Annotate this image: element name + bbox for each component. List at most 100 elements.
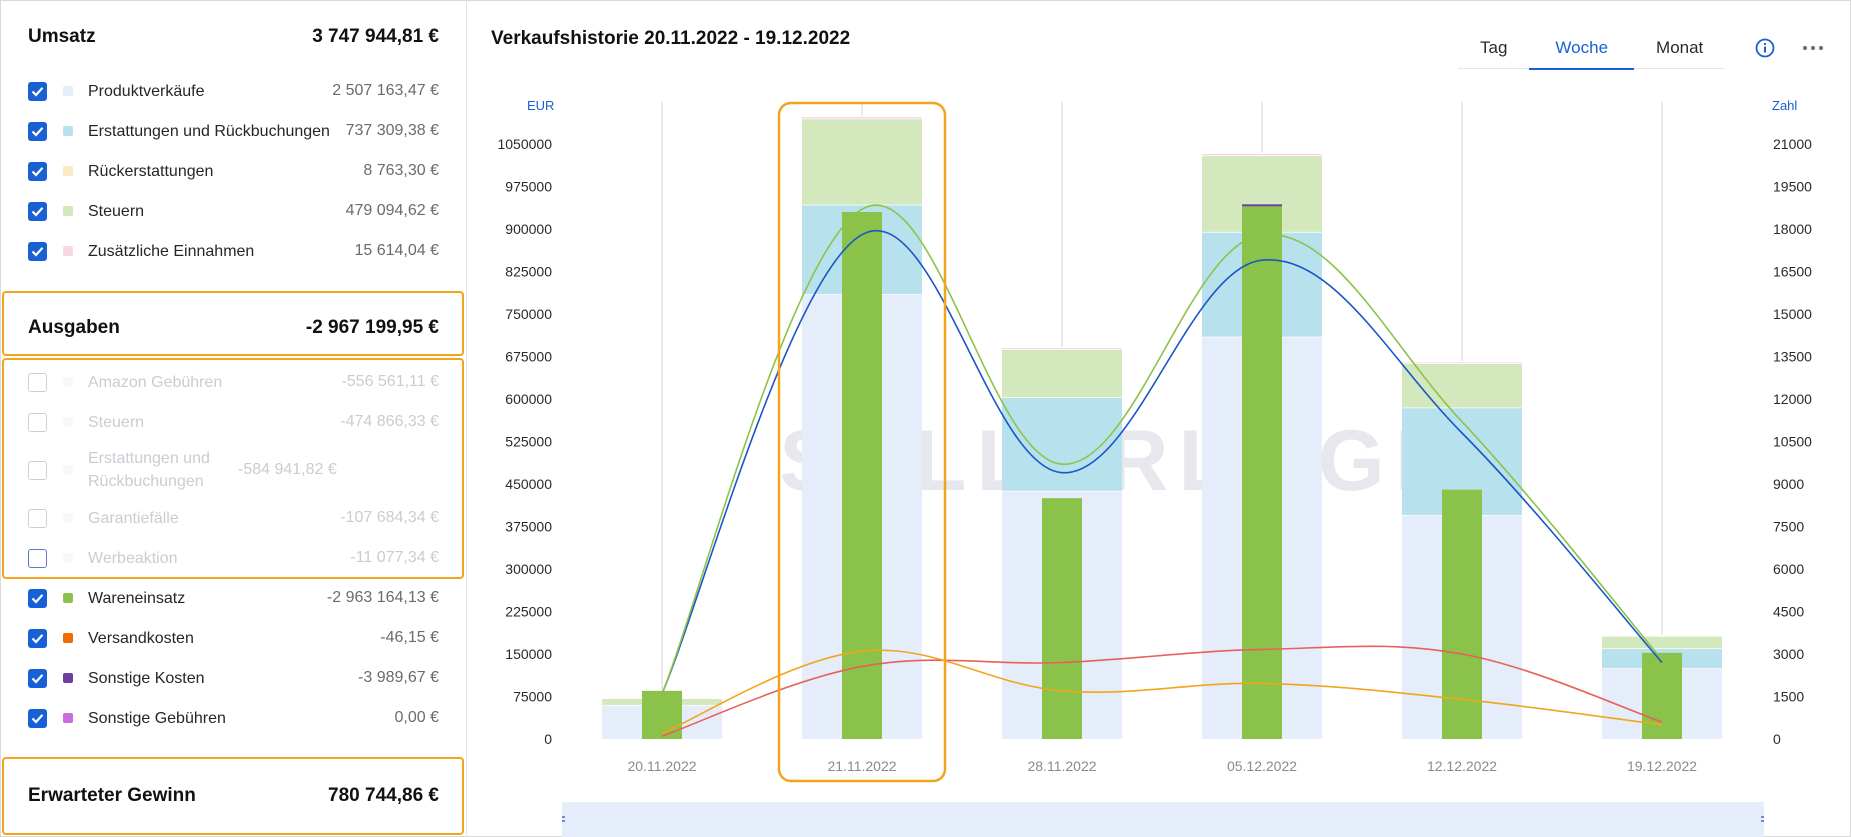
legend-label: Werbeaktion — [88, 549, 178, 567]
legend-value: 2 507 163,47 € — [332, 82, 439, 99]
legend-checkbox[interactable] — [28, 588, 47, 608]
legend-color-swatch — [63, 206, 73, 216]
legend-color-swatch — [63, 417, 73, 427]
range-slider[interactable] — [562, 802, 1764, 837]
legend-checkbox[interactable] — [28, 161, 47, 181]
legend-row-sonstige-kosten[interactable]: Sonstige Kosten -3 989,67 € — [28, 658, 439, 698]
legend-value: 479 094,62 € — [345, 202, 439, 219]
check-icon — [31, 86, 44, 97]
legend-label: Sonstige Gebühren — [88, 709, 226, 727]
umsatz-total: 3 747 944,81 € — [312, 26, 439, 47]
legend-checkbox[interactable] — [28, 708, 47, 728]
legend-row-rueckerstattungen[interactable]: Rückerstattungen 8 763,30 € — [28, 151, 439, 191]
legend-label: Erstattungen und Rückbuchungen — [88, 450, 210, 490]
legend-label: Wareneinsatz — [88, 589, 186, 607]
legend-checkbox[interactable] — [28, 372, 47, 392]
legend-row-produktverkaeufe[interactable]: Produktverkäufe 2 507 163,47 € — [28, 71, 439, 111]
gewinn-header: Erwarteter Gewinn 780 744,86 € — [28, 785, 439, 807]
umsatz-header: Umsatz 3 747 944,81 € — [28, 26, 439, 48]
legend-row-sonstige-gebuehren[interactable]: Sonstige Gebühren 0,00 € — [28, 698, 439, 738]
range-handle-left[interactable] — [562, 816, 565, 818]
legend-row-amazon-gebuehren[interactable]: Amazon Gebühren -556 561,11 € — [28, 362, 439, 402]
legend-color-swatch — [63, 465, 73, 475]
legend-checkbox[interactable] — [28, 460, 47, 480]
legend-label: Rückerstattungen — [88, 162, 214, 180]
legend-color-swatch — [63, 593, 73, 603]
legend-row-versandkosten[interactable]: Versandkosten -46,15 € — [28, 618, 439, 658]
legend-value: -3 989,67 € — [358, 669, 439, 686]
more-options-icon[interactable] — [1801, 38, 1825, 58]
legend-value: 8 763,30 € — [363, 162, 439, 179]
legend-value: -107 684,34 € — [340, 509, 439, 526]
legend-checkbox[interactable] — [28, 548, 47, 568]
legend-label: Versandkosten — [88, 629, 194, 647]
ausgaben-title: Ausgaben — [28, 317, 120, 338]
legend-color-swatch — [63, 553, 73, 563]
period-tabs: Tag Woche Monat — [1458, 32, 1726, 70]
legend-checkbox[interactable] — [28, 508, 47, 528]
legend-label: Steuern — [88, 413, 145, 431]
legend-label: Sonstige Kosten — [88, 669, 205, 687]
legend-color-swatch — [63, 633, 73, 643]
legend-row-steuern[interactable]: Steuern 479 094,62 € — [28, 191, 439, 231]
legend-value: 15 614,04 € — [354, 242, 439, 259]
check-icon — [31, 206, 44, 217]
gewinn-total: 780 744,86 € — [328, 785, 439, 806]
check-icon — [31, 593, 44, 604]
ausgaben-header: Ausgaben -2 967 199,95 € — [28, 317, 439, 339]
legend-color-swatch — [63, 377, 73, 387]
tab-woche[interactable]: Woche — [1529, 32, 1635, 70]
info-icon[interactable] — [1755, 38, 1775, 58]
legend-row-steuern[interactable]: Steuern -474 866,33 € — [28, 402, 439, 442]
legend-color-swatch — [63, 673, 73, 683]
check-icon — [31, 713, 44, 724]
legend-row-wareneinsatz[interactable]: Wareneinsatz -2 963 164,13 € — [28, 578, 439, 618]
legend-checkbox[interactable] — [28, 628, 47, 648]
legend-row-erstattungen-und-rueckbuchungen[interactable]: Erstattungen und Rückbuchungen 737 309,38… — [28, 111, 439, 151]
legend-label: Garantiefälle — [88, 509, 179, 527]
legend-checkbox[interactable] — [28, 121, 47, 141]
legend-label: Amazon Gebühren — [88, 373, 223, 391]
legend-value: 737 309,38 € — [345, 122, 439, 139]
legend-checkbox[interactable] — [28, 81, 47, 101]
legend-checkbox[interactable] — [28, 241, 47, 261]
legend-value: -2 963 164,13 € — [326, 589, 439, 606]
check-icon — [31, 246, 44, 257]
legend-checkbox[interactable] — [28, 668, 47, 688]
legend-value: 0,00 € — [394, 709, 439, 726]
legend-color-swatch — [63, 513, 73, 523]
legend-label: Zusätzliche Einnahmen — [88, 242, 255, 260]
legend-color-swatch — [63, 246, 73, 256]
legend-color-swatch — [63, 166, 73, 176]
legend-row-garantiefaelle[interactable]: Garantiefälle -107 684,34 € — [28, 498, 439, 538]
umsatz-title: Umsatz — [28, 26, 96, 47]
gewinn-title: Erwarteter Gewinn — [28, 785, 196, 806]
legend-color-swatch — [63, 126, 73, 136]
tab-tag[interactable]: Tag — [1458, 32, 1529, 68]
legend-checkbox[interactable] — [28, 412, 47, 432]
check-icon — [31, 673, 44, 684]
check-icon — [31, 633, 44, 644]
legend-color-swatch — [63, 86, 73, 96]
check-icon — [31, 126, 44, 137]
range-handle-right[interactable] — [1761, 816, 1764, 818]
chart-title: Verkaufshistorie 20.11.2022 - 19.12.2022 — [491, 28, 851, 49]
legend-label: Produktverkäufe — [88, 82, 205, 100]
legend-value: -11 077,34 € — [350, 549, 439, 566]
legend-row-zusaetzliche-einnahmen[interactable]: Zusätzliche Einnahmen 15 614,04 € — [28, 231, 439, 271]
summary-panel: Umsatz 3 747 944,81 € Produktverkäufe 2 5… — [0, 0, 467, 837]
legend-value: -584 941,82 € — [238, 461, 337, 478]
legend-row-erstattungen-und-rueckbuchungen[interactable]: Erstattungen und Rückbuchungen -584 941,8… — [28, 444, 439, 496]
legend-label: Erstattungen und Rückbuchungen — [88, 122, 330, 140]
legend-value: -556 561,11 € — [341, 373, 439, 390]
range-slider-track[interactable] — [562, 802, 1764, 837]
ausgaben-total: -2 967 199,95 € — [305, 317, 439, 338]
legend-value: -474 866,33 € — [340, 413, 439, 430]
legend-color-swatch — [63, 713, 73, 723]
legend-checkbox[interactable] — [28, 201, 47, 221]
legend-row-werbeaktion[interactable]: Werbeaktion -11 077,34 € — [28, 538, 439, 578]
legend-value: -46,15 € — [380, 629, 439, 646]
check-icon — [31, 166, 44, 177]
legend-label: Steuern — [88, 202, 145, 220]
tab-monat[interactable]: Monat — [1634, 32, 1725, 68]
